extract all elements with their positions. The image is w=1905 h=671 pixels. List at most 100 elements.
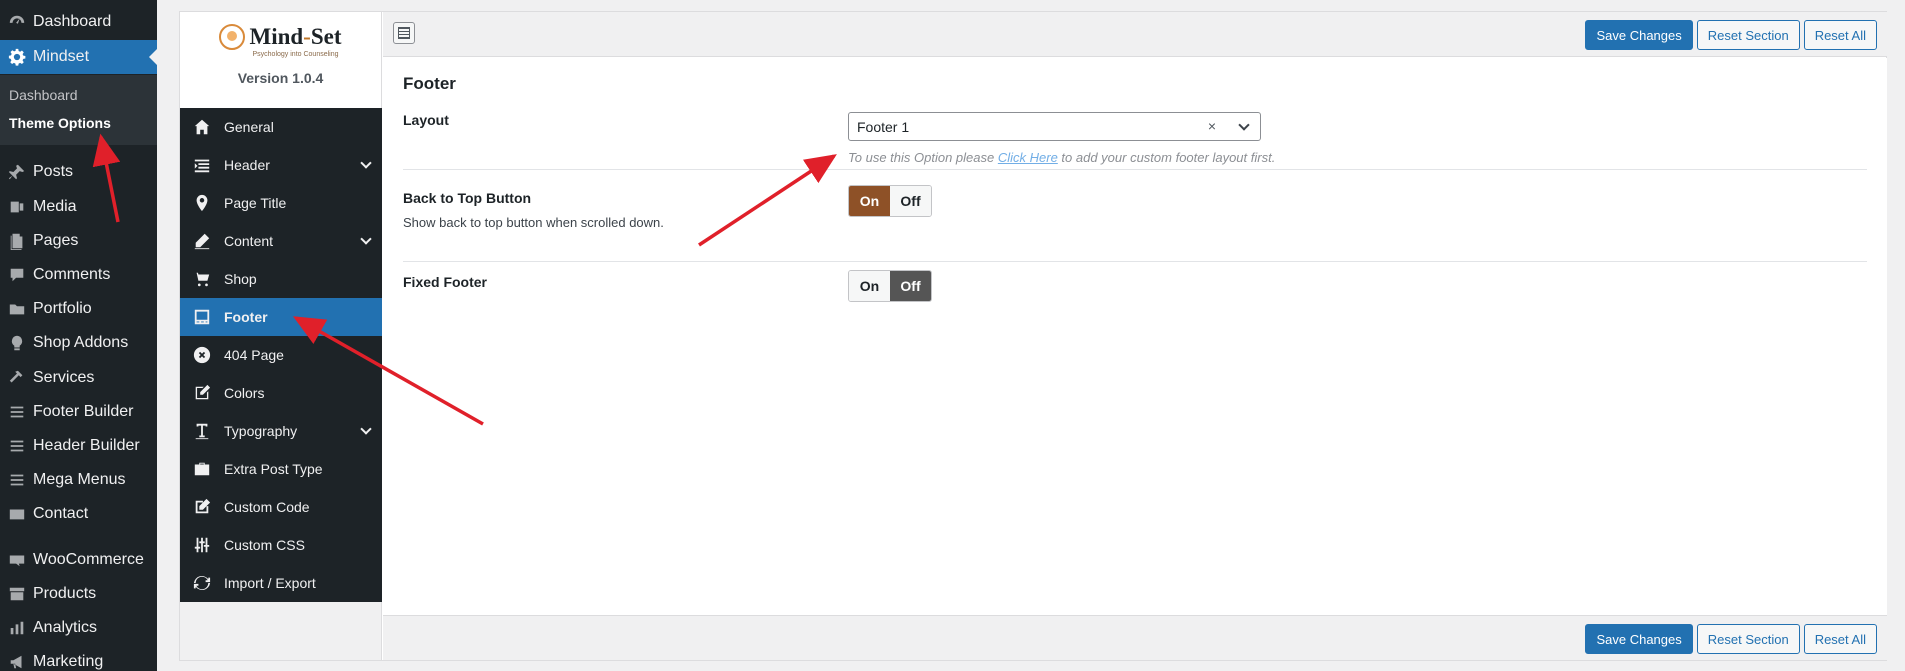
- options-nav-label: Footer: [224, 309, 268, 325]
- logo-tagline: Psychology into Counseling: [252, 51, 339, 58]
- options-nav-general[interactable]: General: [180, 108, 382, 146]
- wp-menu-label: Dashboard: [33, 13, 112, 30]
- options-nav-custom-code[interactable]: Custom Code: [180, 488, 382, 526]
- folder-icon: [0, 300, 33, 318]
- wp-menu-header-builder[interactable]: Header Builder: [0, 429, 157, 463]
- wp-menu-label: Mega Menus: [33, 471, 126, 488]
- wp-admin-sidebar: Dashboard Mindset Dashboard Theme Option…: [0, 0, 157, 671]
- save-changes-button[interactable]: Save Changes: [1585, 20, 1693, 50]
- options-nav-page-title[interactable]: Page Title: [180, 184, 382, 222]
- options-nav-import-export[interactable]: Import / Export: [180, 564, 382, 602]
- dashboard-icon: [0, 13, 33, 31]
- chevron-down-icon[interactable]: [360, 233, 372, 245]
- back-to-top-label: Back to Top Button: [403, 190, 532, 206]
- fixed-footer-row: Fixed Footer On Off: [403, 270, 1867, 314]
- expand-options-button[interactable]: [393, 22, 415, 44]
- chevron-down-icon[interactable]: [360, 157, 372, 169]
- fixed-footer-label: Fixed Footer: [403, 274, 488, 290]
- layout-select[interactable]: Footer 1 ×: [848, 112, 1261, 141]
- wp-menu-label: Portfolio: [33, 300, 92, 317]
- options-nav-shop[interactable]: Shop: [180, 260, 382, 298]
- reset-section-button[interactable]: Reset Section: [1696, 20, 1800, 50]
- back-to-top-off[interactable]: Off: [890, 186, 931, 216]
- options-nav-404-page[interactable]: 404 Page: [180, 336, 382, 374]
- wp-menu-label: Footer Builder: [33, 403, 134, 420]
- reset-all-button[interactable]: Reset All: [1803, 20, 1877, 50]
- chevron-down-icon[interactable]: [360, 423, 372, 435]
- fixed-footer-on[interactable]: On: [849, 271, 890, 301]
- location-pin-icon: [180, 194, 224, 212]
- wp-menu-comments[interactable]: Comments: [0, 258, 157, 292]
- lightbulb-icon: [0, 334, 33, 352]
- wp-submenu: Dashboard Theme Options: [0, 75, 157, 145]
- reset-all-button[interactable]: Reset All: [1803, 624, 1877, 654]
- back-to-top-on[interactable]: On: [849, 186, 890, 216]
- options-nav-content[interactable]: Content: [180, 222, 382, 260]
- options-nav-label: Custom Code: [224, 499, 310, 515]
- footer-settings-content: Footer Layout Footer 1 × To use this Opt…: [383, 58, 1887, 616]
- bottom-action-buttons: Save Changes Reset Section Reset All: [1585, 624, 1877, 654]
- wp-menu-products[interactable]: Products: [0, 577, 157, 611]
- wp-menu-dashboard[interactable]: Dashboard: [0, 5, 157, 39]
- fixed-footer-off[interactable]: Off: [890, 271, 931, 301]
- options-nav-label: Extra Post Type: [224, 461, 323, 477]
- wp-menu-mega-menus[interactable]: Mega Menus: [0, 463, 157, 497]
- wp-submenu-dashboard[interactable]: Dashboard: [9, 87, 78, 103]
- wp-menu-contact[interactable]: Contact: [0, 497, 157, 531]
- options-nav-extra-post-type[interactable]: Extra Post Type: [180, 450, 382, 488]
- options-nav-label: Colors: [224, 385, 265, 401]
- briefcase-icon: [180, 460, 224, 478]
- wp-menu-shop-addons[interactable]: Shop Addons: [0, 326, 157, 360]
- gear-icon: [0, 48, 33, 66]
- options-nav-custom-css[interactable]: Custom CSS: [180, 526, 382, 564]
- wp-menu-posts[interactable]: Posts: [0, 155, 157, 189]
- options-nav-colors[interactable]: Colors: [180, 374, 382, 412]
- list-icon: [0, 437, 33, 455]
- version-label: Version 1.0.4: [237, 70, 324, 86]
- chevron-down-icon[interactable]: [1238, 119, 1250, 131]
- edit-icon: [180, 498, 224, 516]
- wp-menu-label: Products: [33, 585, 97, 602]
- wp-menu-mindset[interactable]: Mindset: [0, 40, 157, 74]
- comment-icon: [0, 266, 33, 284]
- wp-menu-label: Services: [33, 369, 95, 386]
- theme-options-panel: Mind-Set Psychology into Counseling Vers…: [179, 11, 1887, 661]
- error-icon: [180, 346, 224, 364]
- save-changes-button[interactable]: Save Changes: [1585, 624, 1693, 654]
- logo-head-icon: [219, 24, 246, 50]
- wp-menu-label: Analytics: [33, 619, 98, 636]
- options-sidebar: Mind-Set Psychology into Counseling Vers…: [180, 12, 382, 660]
- home-icon: [180, 118, 224, 136]
- clear-selection-icon[interactable]: ×: [1208, 118, 1216, 134]
- reset-section-button[interactable]: Reset Section: [1696, 624, 1800, 654]
- layout-setting-row: Layout Footer 1 × To use this Option ple…: [403, 112, 1867, 170]
- wp-menu-analytics[interactable]: Analytics: [0, 611, 157, 645]
- text-icon: [180, 422, 224, 440]
- layout-field: Footer 1 × To use this Option please Cli…: [848, 112, 1275, 165]
- options-nav-typography[interactable]: Typography: [180, 412, 382, 450]
- wp-menu-marketing[interactable]: Marketing: [0, 645, 157, 671]
- wp-menu-pages[interactable]: Pages: [0, 224, 157, 258]
- options-nav-footer[interactable]: Footer: [180, 298, 382, 336]
- media-icon: [0, 198, 33, 216]
- options-nav-header[interactable]: Header: [180, 146, 382, 184]
- wp-menu-services[interactable]: Services: [0, 361, 157, 395]
- bottom-toolbar: Save Changes Reset Section Reset All: [383, 615, 1887, 660]
- fixed-footer-switch: On Off: [848, 270, 932, 302]
- wp-menu-footer-builder[interactable]: Footer Builder: [0, 395, 157, 429]
- wp-menu-label: WooCommerce: [33, 551, 144, 568]
- bar-chart-icon: [0, 619, 33, 637]
- pencil-icon: [180, 232, 224, 250]
- sliders-icon: [180, 536, 224, 554]
- cart-icon: [180, 270, 224, 288]
- pages-icon: [0, 232, 33, 250]
- click-here-link[interactable]: Click Here: [998, 150, 1058, 165]
- megaphone-icon: [0, 653, 33, 671]
- wp-menu-woocommerce[interactable]: WooCommerce: [0, 543, 157, 577]
- wp-menu-portfolio[interactable]: Portfolio: [0, 292, 157, 326]
- logo-text: Mind-Set: [249, 24, 342, 49]
- wp-menu-media[interactable]: Media: [0, 190, 157, 224]
- wp-submenu-theme-options[interactable]: Theme Options: [9, 115, 111, 131]
- top-action-buttons: Save Changes Reset Section Reset All: [1585, 20, 1877, 50]
- options-nav-label: Content: [224, 233, 274, 249]
